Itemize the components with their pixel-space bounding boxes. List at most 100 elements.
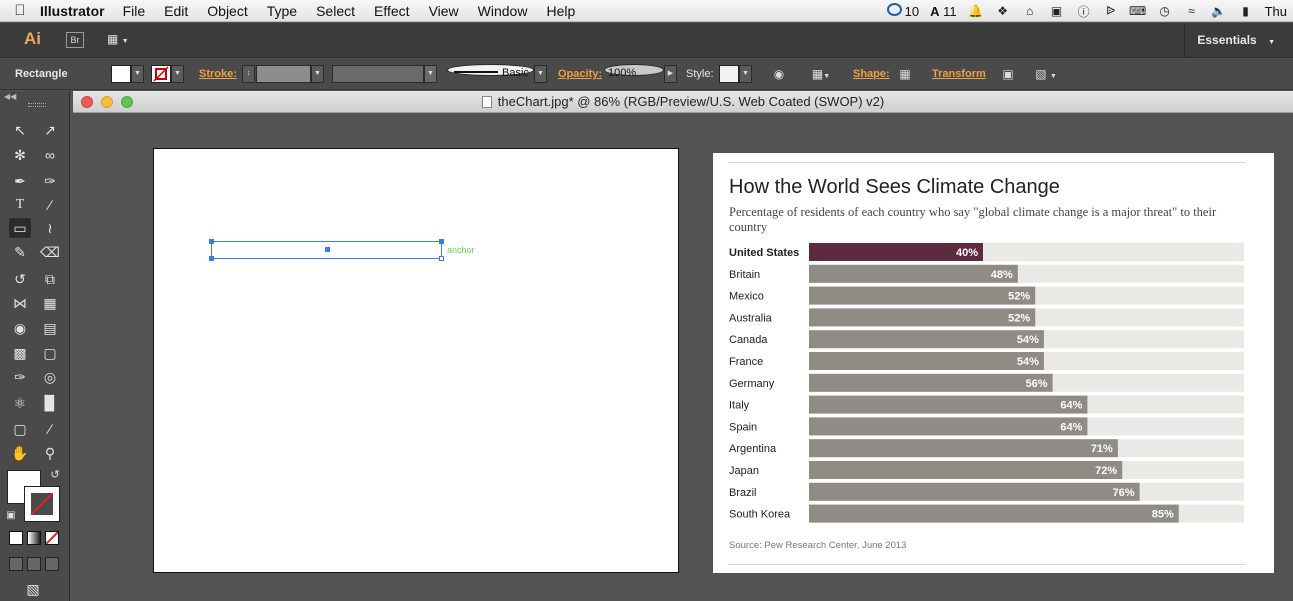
paintbrush-tool-icon[interactable]: ≀ bbox=[39, 218, 61, 238]
opacity-dropdown[interactable]: ▶ bbox=[664, 65, 677, 83]
variable-width-profile[interactable] bbox=[332, 65, 424, 83]
stroke-weight-input[interactable] bbox=[256, 65, 311, 83]
screen-mode-icon[interactable]: ▧ bbox=[22, 579, 44, 599]
bell-icon[interactable]: 🔔 bbox=[968, 4, 984, 18]
stroke-weight-dropdown[interactable]: ▼ bbox=[311, 65, 324, 83]
eraser-tool-icon[interactable]: ⌫ bbox=[39, 242, 61, 262]
fill-dropdown[interactable]: ▼ bbox=[131, 65, 144, 83]
isolate-icon[interactable]: ▣ bbox=[999, 66, 1017, 82]
zoom-tool-icon[interactable]: ⚲ bbox=[39, 443, 61, 463]
menu-type[interactable]: Type bbox=[267, 3, 297, 19]
resize-handle[interactable] bbox=[439, 239, 444, 244]
draw-normal-icon[interactable] bbox=[9, 557, 23, 571]
variable-width-dropdown[interactable]: ▼ bbox=[424, 65, 437, 83]
resize-handle[interactable] bbox=[439, 256, 444, 261]
bluetooth-icon[interactable]: ᐉ bbox=[1103, 4, 1119, 18]
menu-edit[interactable]: Edit bbox=[164, 3, 188, 19]
magic-wand-tool-icon[interactable]: ✻ bbox=[9, 145, 31, 165]
brush-definition-field[interactable]: Basic bbox=[447, 64, 534, 79]
scale-tool-icon[interactable]: ⧉ bbox=[39, 269, 61, 289]
type-tool-icon[interactable]: T bbox=[9, 195, 31, 215]
resize-handle[interactable] bbox=[209, 239, 214, 244]
creative-cloud-status[interactable]: 10 bbox=[886, 3, 919, 19]
fill-swatch[interactable] bbox=[111, 65, 131, 83]
collapse-panel-icon[interactable]: ◀◀ bbox=[4, 92, 16, 101]
direct-selection-tool-icon[interactable]: ↗ bbox=[39, 120, 61, 140]
selection-tool-icon[interactable]: ↖ bbox=[9, 120, 31, 140]
stroke-weight-stepper[interactable]: ↕ bbox=[242, 65, 255, 83]
volume-icon[interactable]: 🔈 bbox=[1211, 4, 1227, 18]
draw-behind-icon[interactable] bbox=[27, 557, 41, 571]
free-transform-tool-icon[interactable]: ▦ bbox=[39, 293, 61, 313]
menu-select[interactable]: Select bbox=[316, 3, 355, 19]
menu-view[interactable]: View bbox=[429, 3, 459, 19]
graphic-style-swatch[interactable] bbox=[719, 65, 739, 83]
color-mode-icon[interactable] bbox=[9, 531, 23, 545]
placed-chart-image[interactable]: How the World Sees Climate Change Percen… bbox=[713, 153, 1274, 573]
time-machine-icon[interactable]: ◷ bbox=[1157, 4, 1173, 18]
opacity-input[interactable]: 100% bbox=[604, 64, 664, 79]
align-options-icon[interactable]: ▦▼ bbox=[808, 66, 834, 82]
stroke-color-box[interactable] bbox=[24, 486, 60, 522]
artboard[interactable]: anchor bbox=[153, 148, 679, 573]
recolor-artwork-icon[interactable]: ◉ bbox=[770, 66, 788, 82]
wifi-icon[interactable]: ≈ bbox=[1184, 4, 1200, 18]
rectangle-tool-icon[interactable]: ▭ bbox=[9, 218, 31, 238]
slice-tool-icon[interactable]: ∕ bbox=[39, 419, 61, 439]
blend-tool-icon[interactable]: ◎ bbox=[39, 367, 61, 387]
column-graph-tool-icon[interactable]: ▉ bbox=[39, 393, 61, 413]
mesh-tool-icon[interactable]: ▩ bbox=[9, 343, 31, 363]
draw-inside-icon[interactable] bbox=[45, 557, 59, 571]
truck-icon[interactable]: ▣ bbox=[1049, 4, 1065, 18]
symbol-sprayer-tool-icon[interactable]: ⚛ bbox=[9, 393, 31, 413]
zoom-window-button[interactable] bbox=[121, 96, 133, 108]
gradient-tool-icon[interactable]: ▢ bbox=[39, 343, 61, 363]
apple-icon[interactable]:  bbox=[0, 2, 40, 19]
selected-rectangle[interactable] bbox=[209, 239, 444, 261]
lasso-tool-icon[interactable]: ∞ bbox=[39, 145, 61, 165]
center-point[interactable] bbox=[325, 247, 330, 252]
app-menu[interactable]: Illustrator bbox=[40, 3, 105, 19]
keyboard-icon[interactable]: ⌨ bbox=[1129, 4, 1146, 18]
menu-object[interactable]: Object bbox=[207, 3, 247, 19]
pencil-tool-icon[interactable]: ✎ bbox=[9, 242, 31, 262]
menu-file[interactable]: File bbox=[123, 3, 146, 19]
minimize-window-button[interactable] bbox=[101, 96, 113, 108]
curvature-tool-icon[interactable]: ✑ bbox=[39, 171, 61, 191]
shape-label[interactable]: Shape: bbox=[853, 68, 890, 80]
rotate-tool-icon[interactable]: ↺ bbox=[9, 269, 31, 289]
panel-grip[interactable] bbox=[28, 103, 46, 107]
gradient-mode-icon[interactable] bbox=[27, 531, 41, 545]
close-window-button[interactable] bbox=[81, 96, 93, 108]
transform-label[interactable]: Transform bbox=[932, 68, 986, 80]
workspace-switcher[interactable]: Essentials ▼ bbox=[1197, 33, 1275, 47]
battery-icon[interactable]: ▮ bbox=[1238, 4, 1254, 18]
hand-tool-icon[interactable]: ✋ bbox=[9, 443, 31, 463]
home-icon[interactable]: ⌂ bbox=[1022, 4, 1038, 18]
line-segment-tool-icon[interactable]: ∕ bbox=[39, 195, 61, 215]
artboard-tool-icon[interactable]: ▢ bbox=[9, 419, 31, 439]
none-mode-icon[interactable] bbox=[45, 531, 59, 545]
shape-builder-tool-icon[interactable]: ◉ bbox=[9, 318, 31, 338]
info-icon[interactable]: ⓘ bbox=[1076, 4, 1092, 19]
stroke-color-dropdown[interactable]: ▼ bbox=[171, 65, 184, 83]
opacity-label[interactable]: Opacity: bbox=[558, 68, 602, 80]
stroke-label[interactable]: Stroke: bbox=[199, 68, 237, 80]
resize-handle[interactable] bbox=[209, 256, 214, 261]
panel-menu-icon[interactable]: ▧ ▼ bbox=[1030, 66, 1062, 82]
brush-dropdown[interactable]: ▼ bbox=[534, 65, 547, 83]
swap-fill-stroke-icon[interactable]: ↺ bbox=[44, 465, 66, 485]
menu-window[interactable]: Window bbox=[478, 3, 528, 19]
bridge-button[interactable]: Br bbox=[66, 32, 84, 48]
clock-day[interactable]: Thu bbox=[1265, 4, 1287, 19]
stroke-swatch[interactable] bbox=[151, 65, 171, 83]
perspective-grid-tool-icon[interactable]: ▤ bbox=[39, 318, 61, 338]
eyedropper-tool-icon[interactable]: ✑ bbox=[9, 367, 31, 387]
arrange-documents-button[interactable]: ▦ ▼ bbox=[107, 32, 133, 48]
adobe-updates-status[interactable]: A 11 bbox=[930, 4, 957, 19]
pen-tool-icon[interactable]: ✒ bbox=[9, 171, 31, 191]
menu-help[interactable]: Help bbox=[546, 3, 575, 19]
shape-properties-icon[interactable]: ▦ bbox=[896, 66, 914, 82]
dropbox-icon[interactable]: ❖ bbox=[995, 4, 1011, 18]
menu-effect[interactable]: Effect bbox=[374, 3, 410, 19]
